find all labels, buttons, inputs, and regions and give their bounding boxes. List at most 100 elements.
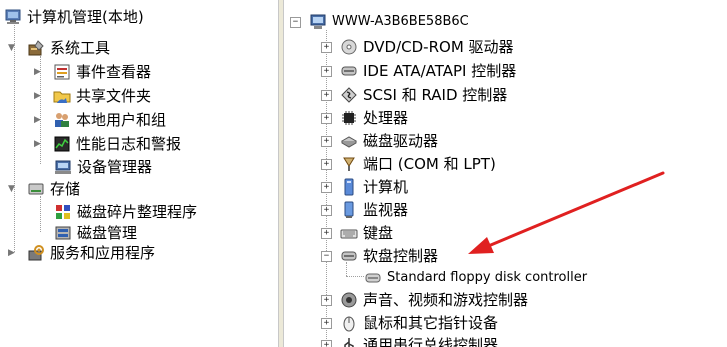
disk-drive-icon [340, 136, 358, 148]
device-category-label: 处理器 [363, 109, 409, 127]
expand-toggle-icon[interactable]: + [321, 112, 332, 124]
scsi-controller-icon [341, 87, 357, 103]
device-standard-floppy-controller[interactable]: Standard floppy disk controller [364, 267, 587, 289]
floppy-controller-icon [341, 251, 357, 261]
expanded-arrow-icon[interactable]: ▼ [6, 184, 17, 195]
device-category-label: 计算机 [363, 178, 409, 196]
monitor-icon [344, 201, 354, 218]
device-category-processor[interactable]: + 处理器 [321, 107, 408, 129]
processor-icon [342, 111, 356, 125]
system-tools-icon [28, 40, 44, 56]
expand-toggle-icon[interactable]: + [321, 65, 332, 77]
tree-label-services-apps: 服务和应用程序 [50, 244, 156, 262]
defrag-icon [56, 205, 70, 219]
expand-toggle-icon[interactable]: + [321, 181, 332, 193]
tree-item-storage[interactable]: ▼ 存储 [6, 178, 80, 200]
device-category-ports[interactable]: + 端口 (COM 和 LPT) [321, 153, 496, 175]
device-category-label: 监视器 [363, 201, 409, 219]
device-category-computer[interactable]: + 计算机 [321, 176, 408, 198]
device-label: Standard floppy disk controller [387, 270, 588, 285]
tree-item-device-manager[interactable]: 设备管理器 [54, 156, 152, 178]
shared-folder-icon [53, 91, 71, 103]
device-category-usb[interactable]: + 通用串行总线控制器 [321, 334, 498, 347]
device-category-disk-drives[interactable]: + 磁盘驱动器 [321, 130, 438, 152]
tree-item-services-apps[interactable]: ▶ 服务和应用程序 [6, 242, 155, 264]
device-category-label: 磁盘驱动器 [363, 132, 439, 150]
device-category-monitor[interactable]: + 监视器 [321, 199, 408, 221]
floppy-device-icon [365, 273, 381, 283]
disk-management-icon [55, 226, 71, 240]
performance-logs-icon [54, 136, 70, 152]
ide-controller-icon [341, 66, 357, 76]
tree-item-perf-logs[interactable]: ▶ 性能日志和警报 [32, 133, 181, 155]
computer-name-label: WWW-A3B6BE58B6C [332, 14, 469, 29]
collapsed-arrow-icon[interactable]: ▶ [32, 91, 43, 102]
tree-label-shared-folders: 共享文件夹 [76, 87, 152, 105]
device-category-mouse[interactable]: + 鼠标和其它指针设备 [321, 312, 498, 334]
expand-toggle-icon[interactable]: + [321, 339, 332, 347]
usb-icon [344, 338, 354, 347]
computer-icon [310, 14, 326, 29]
collapsed-arrow-icon[interactable]: ▶ [6, 248, 17, 259]
storage-icon [28, 183, 44, 195]
device-manager-icon [55, 160, 71, 174]
expand-toggle-icon[interactable]: + [321, 204, 332, 216]
device-category-label: 声音、视频和游戏控制器 [363, 291, 529, 309]
tree-label-disk-management: 磁盘管理 [77, 224, 138, 242]
device-category-label: 通用串行总线控制器 [363, 336, 499, 347]
keyboard-icon [340, 229, 358, 239]
expand-toggle-icon[interactable]: + [321, 294, 332, 306]
collapse-toggle-icon[interactable]: − [321, 250, 332, 262]
tree-label-defrag: 磁盘碎片整理程序 [77, 203, 198, 221]
dvd-drive-icon [341, 39, 357, 55]
expand-toggle-icon[interactable]: + [321, 89, 332, 101]
device-category-label: SCSI 和 RAID 控制器 [363, 86, 508, 104]
tree-item-event-viewer[interactable]: ▶ 事件查看器 [32, 61, 151, 83]
tree-label-device-manager: 设备管理器 [77, 158, 153, 176]
sound-icon [341, 292, 357, 308]
tree-label-storage: 存储 [50, 180, 81, 198]
device-category-sound[interactable]: + 声音、视频和游戏控制器 [321, 289, 528, 311]
device-category-label: 鼠标和其它指针设备 [363, 314, 499, 332]
tree-label-system-tools: 系统工具 [50, 39, 111, 57]
collapsed-arrow-icon[interactable]: ▶ [32, 115, 43, 126]
tree-label-computer-management: 计算机管理(本地) [27, 8, 144, 26]
device-category-keyboard[interactable]: + 键盘 [321, 222, 393, 244]
device-category-dvd[interactable]: + DVD/CD-ROM 驱动器 [321, 36, 514, 58]
expand-toggle-icon[interactable]: + [321, 41, 332, 53]
device-category-label: 键盘 [363, 224, 394, 242]
computer-management-icon [5, 9, 21, 24]
event-viewer-icon [54, 64, 70, 80]
tree-label-local-users: 本地用户和组 [76, 111, 167, 129]
tree-item-shared-folders[interactable]: ▶ 共享文件夹 [32, 85, 151, 107]
device-category-scsi[interactable]: + SCSI 和 RAID 控制器 [321, 84, 507, 106]
expanded-arrow-icon[interactable]: ▼ [6, 43, 17, 54]
device-category-label: DVD/CD-ROM 驱动器 [363, 38, 514, 56]
console-tree-pane[interactable]: 计算机管理(本地) ▼ 系统工具 ▶ 事件查看器 ▶ 共享文件夹 ▶ 本地用户和… [0, 0, 279, 347]
collapse-toggle-icon[interactable]: − [290, 16, 301, 28]
device-category-label: IDE ATA/ATAPI 控制器 [363, 62, 517, 80]
device-category-floppy-controller[interactable]: − 软盘控制器 [321, 245, 438, 267]
tree-label-event-viewer: 事件查看器 [76, 63, 152, 81]
collapsed-arrow-icon[interactable]: ▶ [32, 67, 43, 78]
tree-item-disk-management[interactable]: 磁盘管理 [54, 222, 137, 244]
tree-item-computer-root[interactable]: − WWW-A3B6BE58B6C [290, 11, 469, 33]
device-category-ide[interactable]: + IDE ATA/ATAPI 控制器 [321, 60, 516, 82]
collapsed-arrow-icon[interactable]: ▶ [32, 139, 43, 150]
expand-toggle-icon[interactable]: + [321, 227, 332, 239]
tree-item-system-tools[interactable]: ▼ 系统工具 [6, 37, 110, 59]
services-icon [28, 245, 44, 261]
expand-toggle-icon[interactable]: + [321, 317, 332, 329]
tree-item-defrag[interactable]: 磁盘碎片整理程序 [54, 201, 197, 223]
device-category-label: 端口 (COM 和 LPT) [363, 155, 496, 173]
tree-item-computer-management[interactable]: 计算机管理(本地) [4, 6, 144, 28]
computer-tower-icon [344, 178, 354, 196]
expand-toggle-icon[interactable]: + [321, 135, 332, 147]
expand-toggle-icon[interactable]: + [321, 158, 332, 170]
tree-item-local-users[interactable]: ▶ 本地用户和组 [32, 109, 166, 131]
users-icon [55, 113, 69, 127]
device-tree-pane[interactable]: − WWW-A3B6BE58B6C + DVD/CD-ROM 驱动器 + IDE… [283, 0, 727, 347]
port-icon [343, 157, 355, 171]
mouse-icon [343, 316, 355, 332]
tree-label-perf-logs: 性能日志和警报 [76, 135, 182, 153]
